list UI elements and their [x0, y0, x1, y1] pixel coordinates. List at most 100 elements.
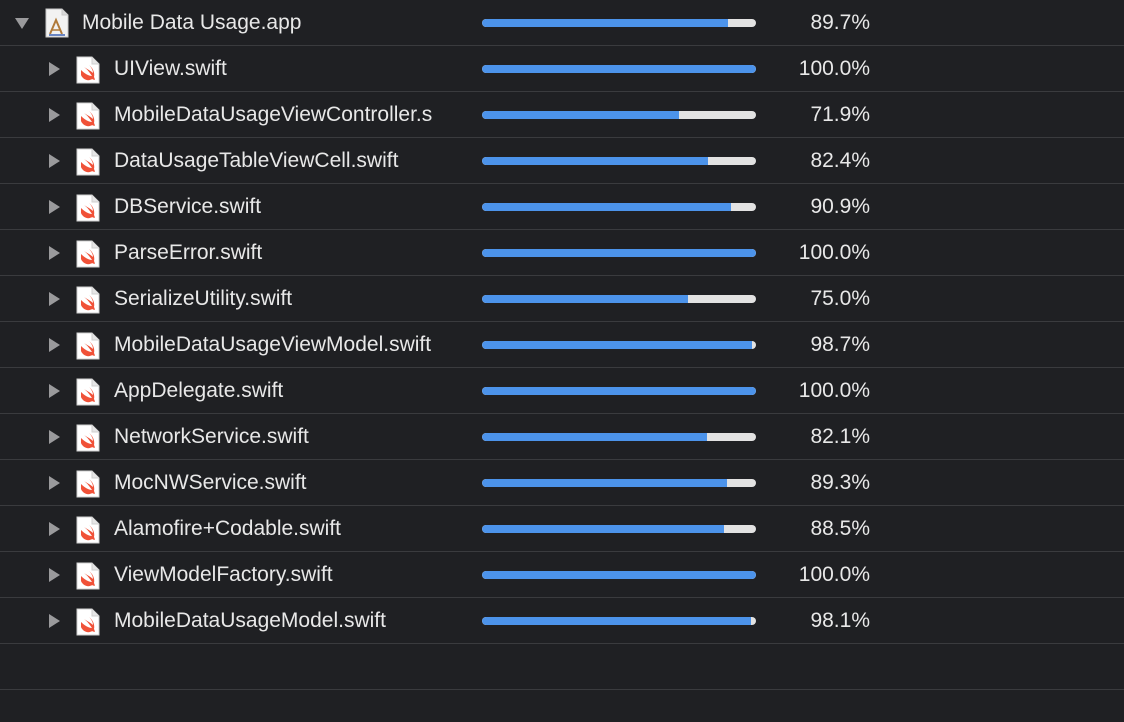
coverage-list: Mobile Data Usage.app 89.7% UIView.swift… — [0, 0, 1124, 690]
coverage-percent: 82.1% — [810, 425, 870, 448]
coverage-bar-fill — [482, 295, 688, 303]
coverage-row-file[interactable]: MobileDataUsageViewModel.swift 98.7% — [0, 322, 1124, 368]
coverage-percent: 100.0% — [798, 563, 870, 586]
coverage-bar — [482, 249, 756, 257]
coverage-bar-fill — [482, 571, 756, 579]
disclosure-triangle-right-icon[interactable] — [44, 368, 64, 414]
swift-file-icon — [76, 56, 100, 84]
coverage-bar — [482, 19, 756, 27]
disclosure-triangle-right-icon[interactable] — [44, 138, 64, 184]
file-name: MobileDataUsageViewModel.swift — [114, 333, 432, 356]
disclosure-triangle-right-icon[interactable] — [44, 460, 64, 506]
coverage-bar — [482, 203, 756, 211]
coverage-percent: 89.3% — [810, 471, 870, 494]
coverage-row-file[interactable]: AppDelegate.swift 100.0% — [0, 368, 1124, 414]
coverage-percent: 88.5% — [810, 517, 870, 540]
app-icon — [44, 8, 70, 38]
swift-file-icon — [76, 562, 100, 590]
swift-file-icon — [76, 516, 100, 544]
disclosure-triangle-down-icon[interactable] — [12, 0, 32, 46]
coverage-percent: 100.0% — [798, 241, 870, 264]
coverage-bar — [482, 617, 756, 625]
coverage-bar — [482, 111, 756, 119]
coverage-bar-fill — [482, 65, 756, 73]
coverage-row-file[interactable]: NetworkService.swift 82.1% — [0, 414, 1124, 460]
disclosure-triangle-right-icon[interactable] — [44, 46, 64, 92]
coverage-bar — [482, 525, 756, 533]
coverage-bar-fill — [482, 387, 756, 395]
swift-file-icon — [76, 286, 100, 314]
disclosure-triangle-right-icon[interactable] — [44, 230, 64, 276]
coverage-bar — [482, 157, 756, 165]
file-name: ParseError.swift — [114, 241, 263, 264]
coverage-percent: 100.0% — [798, 379, 870, 402]
coverage-percent: 98.1% — [810, 609, 870, 632]
disclosure-triangle-right-icon[interactable] — [44, 322, 64, 368]
coverage-row-file[interactable]: DBService.swift 90.9% — [0, 184, 1124, 230]
empty-row — [0, 644, 1124, 690]
coverage-percent: 89.7% — [810, 11, 870, 34]
swift-file-icon — [76, 424, 100, 452]
coverage-bar — [482, 65, 756, 73]
file-name: DBService.swift — [114, 195, 262, 218]
coverage-row-file[interactable]: Alamofire+Codable.swift 88.5% — [0, 506, 1124, 552]
coverage-row-file[interactable]: MobileDataUsageModel.swift 98.1% — [0, 598, 1124, 644]
file-name: DataUsageTableViewCell.swift — [114, 149, 399, 172]
swift-file-icon — [76, 102, 100, 130]
file-name: AppDelegate.swift — [114, 379, 284, 402]
coverage-row-file[interactable]: ViewModelFactory.swift 100.0% — [0, 552, 1124, 598]
disclosure-triangle-right-icon[interactable] — [44, 276, 64, 322]
coverage-row-root[interactable]: Mobile Data Usage.app 89.7% — [0, 0, 1124, 46]
coverage-bar — [482, 387, 756, 395]
coverage-row-file[interactable]: ParseError.swift 100.0% — [0, 230, 1124, 276]
coverage-percent: 75.0% — [810, 287, 870, 310]
coverage-row-file[interactable]: DataUsageTableViewCell.swift 82.4% — [0, 138, 1124, 184]
file-name: ViewModelFactory.swift — [114, 563, 333, 586]
file-name: MobileDataUsageViewController.s — [114, 103, 433, 126]
disclosure-triangle-right-icon[interactable] — [44, 414, 64, 460]
coverage-bar — [482, 571, 756, 579]
coverage-bar-fill — [482, 111, 679, 119]
coverage-percent: 82.4% — [810, 149, 870, 172]
file-name: NetworkService.swift — [114, 425, 309, 448]
disclosure-triangle-right-icon[interactable] — [44, 552, 64, 598]
file-name: MobileDataUsageModel.swift — [114, 609, 386, 632]
coverage-bar — [482, 295, 756, 303]
coverage-bar-fill — [482, 525, 725, 533]
coverage-bar-fill — [482, 433, 707, 441]
file-name: SerializeUtility.swift — [114, 287, 293, 310]
coverage-row-file[interactable]: SerializeUtility.swift 75.0% — [0, 276, 1124, 322]
file-name: Alamofire+Codable.swift — [114, 517, 342, 540]
coverage-bar — [482, 433, 756, 441]
disclosure-triangle-right-icon[interactable] — [44, 598, 64, 644]
coverage-bar-fill — [482, 249, 756, 257]
disclosure-triangle-right-icon[interactable] — [44, 506, 64, 552]
coverage-row-file[interactable]: UIView.swift 100.0% — [0, 46, 1124, 92]
coverage-bar-fill — [482, 479, 727, 487]
coverage-bar — [482, 341, 756, 349]
swift-file-icon — [76, 378, 100, 406]
file-name: MocNWService.swift — [114, 471, 307, 494]
coverage-bar-fill — [482, 203, 732, 211]
coverage-percent: 100.0% — [798, 57, 870, 80]
swift-file-icon — [76, 240, 100, 268]
coverage-bar-fill — [482, 157, 708, 165]
disclosure-triangle-right-icon[interactable] — [44, 92, 64, 138]
coverage-row-file[interactable]: MocNWService.swift 89.3% — [0, 460, 1124, 506]
coverage-bar-fill — [482, 19, 728, 27]
coverage-percent: 71.9% — [810, 103, 870, 126]
swift-file-icon — [76, 470, 100, 498]
disclosure-triangle-right-icon[interactable] — [44, 184, 64, 230]
coverage-bar-fill — [482, 341, 753, 349]
coverage-percent: 98.7% — [810, 333, 870, 356]
coverage-percent: 90.9% — [810, 195, 870, 218]
swift-file-icon — [76, 608, 100, 636]
swift-file-icon — [76, 332, 100, 360]
file-name: UIView.swift — [114, 57, 227, 80]
root-name: Mobile Data Usage.app — [82, 11, 302, 34]
coverage-bar-fill — [482, 617, 751, 625]
swift-file-icon — [76, 148, 100, 176]
swift-file-icon — [76, 194, 100, 222]
coverage-bar — [482, 479, 756, 487]
coverage-row-file[interactable]: MobileDataUsageViewController.s 71.9% — [0, 92, 1124, 138]
